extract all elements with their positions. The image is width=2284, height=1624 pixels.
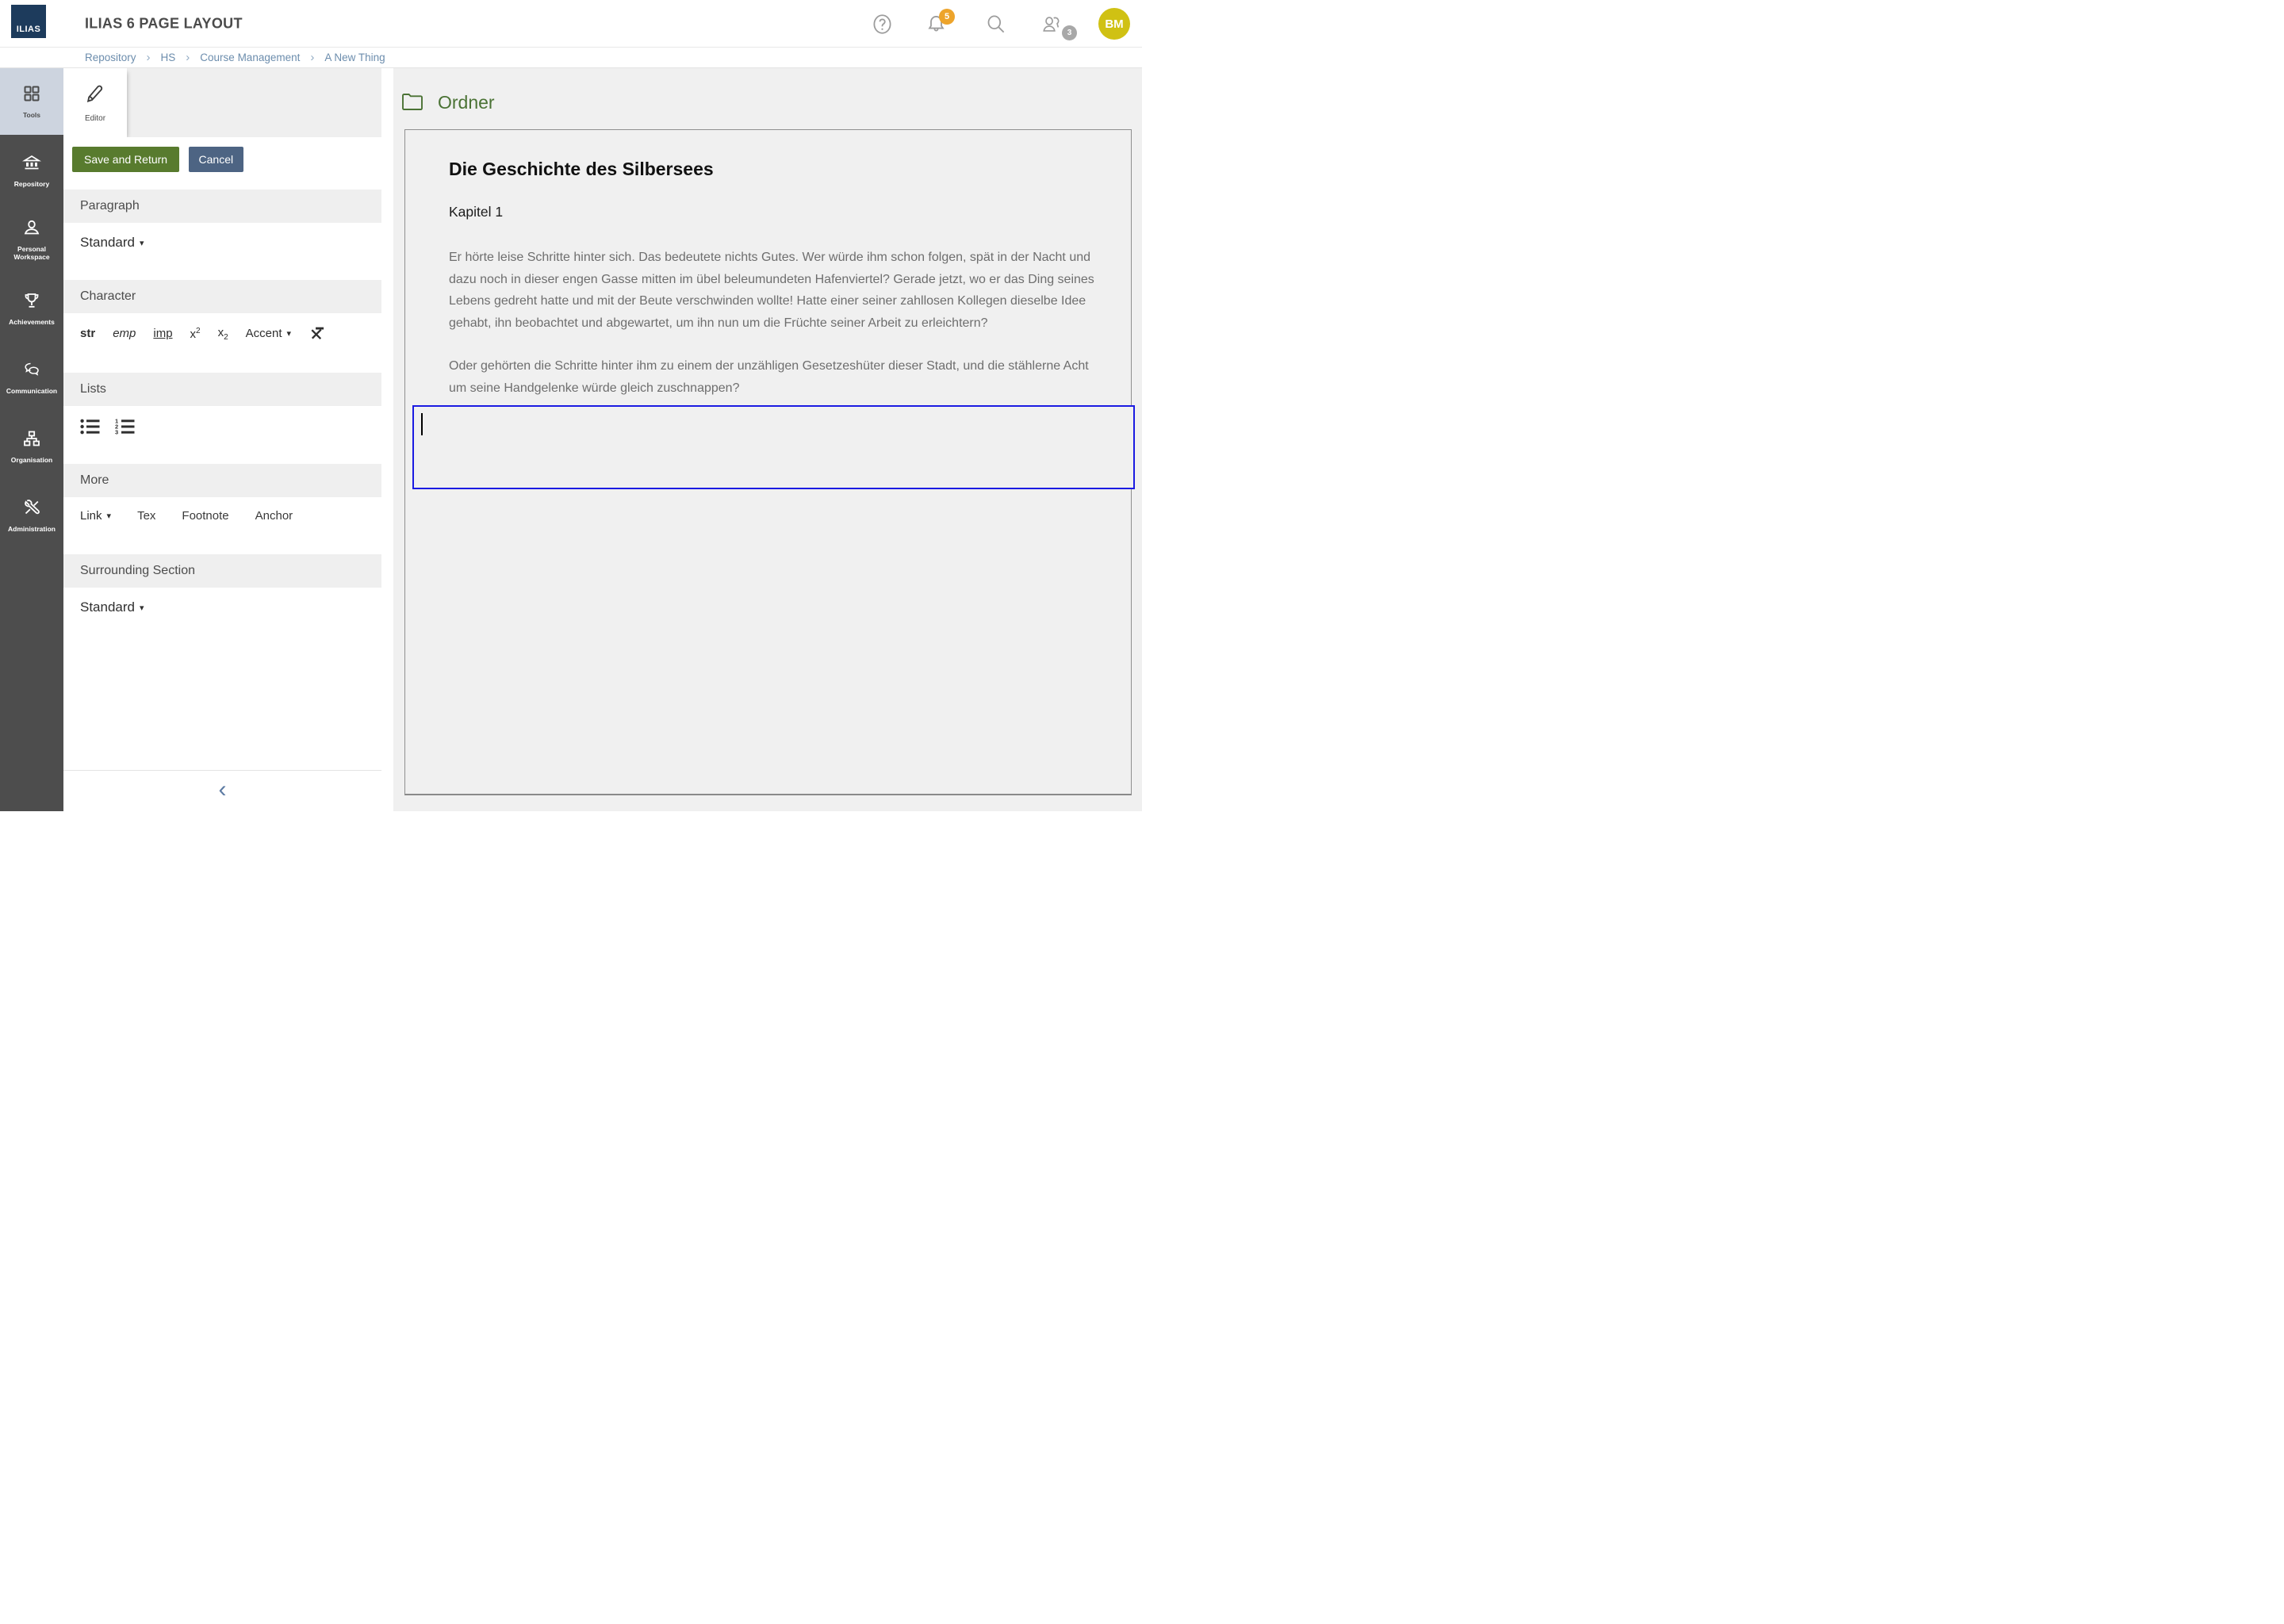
collapse-panel-chevron-left-icon[interactable]: ‹ — [219, 778, 227, 805]
chevron-down-icon: ▾ — [107, 511, 112, 521]
sidebar-item-communication[interactable]: Communication — [0, 344, 63, 411]
sidebar-item-label: Communication — [6, 388, 57, 395]
sidebar-item-label: Administration — [8, 526, 56, 533]
person-icon — [22, 218, 41, 241]
object-header: Ordner — [401, 90, 1142, 115]
sidebar-item-personal-workspace[interactable]: Personal Workspace — [0, 206, 63, 273]
section-surrounding-heading: Surrounding Section — [63, 554, 381, 588]
search-icon[interactable] — [985, 13, 1006, 35]
section-character-heading: Character — [63, 280, 381, 313]
editor-panel: Editor Save and Return Cancel Paragraph … — [63, 68, 381, 811]
page-editor-canvas[interactable]: Die Geschichte des Silbersees Kapitel 1 … — [404, 129, 1132, 795]
breadcrumb-separator: › — [186, 51, 190, 64]
paragraph-style-dropdown[interactable]: Standard ▾ — [80, 235, 144, 251]
sidebar-filler — [0, 551, 63, 811]
header-icons: 5 3 BM — [872, 0, 1142, 48]
panel-main-gap — [381, 68, 393, 811]
contacts-badge: 3 — [1062, 25, 1077, 40]
accent-dropdown[interactable]: Accent ▾ — [246, 327, 291, 340]
breadcrumb-item-course-management[interactable]: Course Management — [200, 52, 300, 63]
link-label: Link — [80, 509, 102, 523]
sidebar-item-repository[interactable]: Repository — [0, 137, 63, 204]
strong-button[interactable]: str — [80, 327, 95, 340]
sidebar-item-label: Organisation — [11, 457, 52, 464]
page: ILIAS ILIAS 6 PAGE LAYOUT 5 — [0, 0, 1142, 812]
trophy-icon — [22, 291, 41, 314]
sidebar-item-label: Personal Workspace — [0, 246, 63, 261]
footnote-button[interactable]: Footnote — [182, 509, 228, 523]
document-paragraph-1[interactable]: Er hörte leise Schritte hinter sich. Das… — [449, 247, 1106, 334]
section-character-body: str emp imp x2 x2 Accent ▾ — [63, 313, 381, 373]
top-header: ILIAS ILIAS 6 PAGE LAYOUT 5 — [0, 0, 1142, 48]
section-lists-body: 1 2 3 — [63, 406, 381, 464]
sidebar-item-tools[interactable]: Tools — [0, 68, 63, 135]
numbered-list-icon[interactable]: 1 2 3 — [115, 418, 136, 436]
tex-button[interactable]: Tex — [137, 509, 155, 523]
chevron-down-icon: ▾ — [140, 238, 144, 248]
crossed-tools-icon — [22, 498, 41, 521]
accent-label: Accent — [246, 327, 282, 340]
object-title: Ordner — [438, 92, 495, 113]
sidebar-item-label: Tools — [23, 112, 40, 119]
tab-editor-label: Editor — [85, 114, 105, 123]
clear-format-icon[interactable] — [308, 325, 325, 342]
link-dropdown[interactable]: Link ▾ — [80, 509, 111, 523]
tab-editor[interactable]: Editor — [63, 68, 127, 137]
sidebar-item-organisation[interactable]: Organisation — [0, 413, 63, 480]
section-more-body: Link ▾ Tex Footnote Anchor — [63, 497, 381, 554]
subscript-button[interactable]: x2 — [218, 326, 228, 342]
breadcrumb-item-hs[interactable]: HS — [161, 52, 176, 63]
sidebar-item-administration[interactable]: Administration — [0, 482, 63, 549]
sidebar-item-label: Achievements — [9, 319, 55, 326]
cancel-button[interactable]: Cancel — [189, 147, 244, 172]
surrounding-style-dropdown[interactable]: Standard ▾ — [80, 599, 144, 615]
important-button[interactable]: imp — [153, 327, 172, 340]
section-paragraph-heading: Paragraph — [63, 190, 381, 223]
folder-icon — [401, 90, 424, 115]
document-chapter[interactable]: Kapitel 1 — [449, 204, 1106, 220]
avatar[interactable]: BM — [1098, 8, 1130, 40]
breadcrumb-item-repository[interactable]: Repository — [85, 52, 136, 63]
superscript-button[interactable]: x2 — [190, 327, 201, 341]
surrounding-style-value: Standard — [80, 599, 135, 615]
breadcrumb-item-a-new-thing[interactable]: A New Thing — [324, 52, 385, 63]
main-sidebar: Tools Repository — [0, 68, 63, 811]
notifications-bell-icon[interactable]: 5 — [925, 13, 947, 35]
svg-text:3: 3 — [115, 429, 118, 435]
anchor-button[interactable]: Anchor — [255, 509, 293, 523]
breadcrumb-separator: › — [147, 51, 151, 64]
editor-actions: Save and Return Cancel — [63, 137, 381, 190]
pencil-icon — [85, 83, 105, 108]
chevron-down-icon: ▾ — [140, 603, 144, 613]
save-and-return-button[interactable]: Save and Return — [72, 147, 179, 172]
main-content: Ordner Die Geschichte des Silbersees Kap… — [393, 68, 1142, 811]
emphasis-button[interactable]: emp — [113, 327, 136, 340]
notification-badge: 5 — [939, 9, 955, 25]
grid-icon — [22, 84, 41, 107]
section-surrounding-body: Standard ▾ — [63, 588, 381, 770]
breadcrumb-separator: › — [310, 51, 314, 64]
section-more-heading: More — [63, 464, 381, 497]
help-icon[interactable] — [872, 13, 893, 35]
section-paragraph-body: Standard ▾ — [63, 223, 381, 280]
bank-icon — [22, 153, 41, 176]
sidebar-item-label: Repository — [14, 181, 49, 188]
org-chart-icon — [22, 429, 41, 452]
contacts-icon[interactable]: 3 — [1040, 13, 1064, 35]
bullet-list-icon[interactable] — [80, 418, 102, 436]
sidebar-item-achievements[interactable]: Achievements — [0, 275, 63, 342]
ilias-logo[interactable]: ILIAS — [11, 5, 46, 38]
active-edit-area[interactable] — [412, 405, 1135, 489]
paragraph-style-value: Standard — [80, 235, 135, 251]
document-paragraph-2[interactable]: Oder gehörten die Schritte hinter ihm zu… — [449, 355, 1106, 399]
chat-bubbles-icon — [22, 360, 41, 383]
text-cursor — [421, 413, 423, 435]
breadcrumb: Repository › HS › Course Management › A … — [0, 48, 1142, 68]
panel-collapse-strip: ‹ — [63, 770, 381, 811]
editor-tab-row: Editor — [63, 68, 381, 137]
document-title[interactable]: Die Geschichte des Silbersees — [449, 159, 1106, 180]
section-lists-heading: Lists — [63, 373, 381, 406]
page-title-header: ILIAS 6 PAGE LAYOUT — [85, 15, 243, 32]
chevron-down-icon: ▾ — [287, 328, 292, 339]
